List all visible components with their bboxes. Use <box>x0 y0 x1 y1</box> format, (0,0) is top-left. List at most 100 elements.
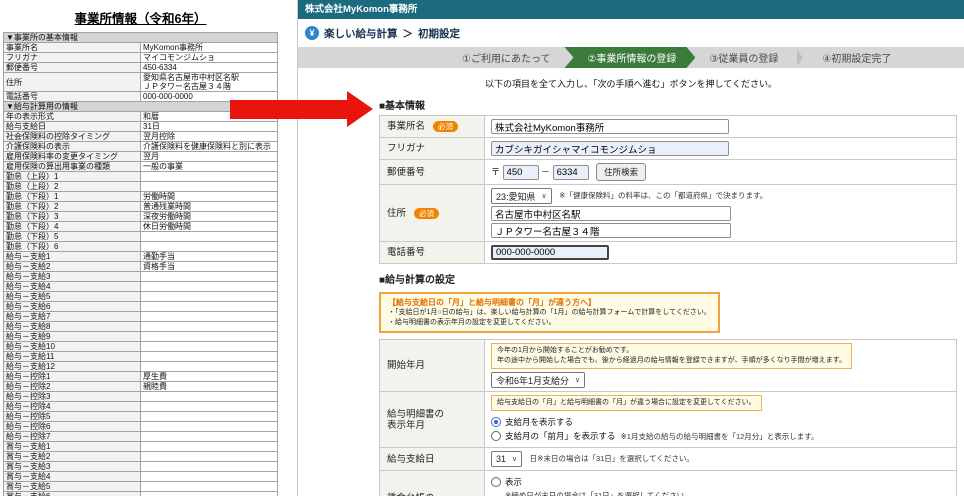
slip-month-label-line2: 表示年月 <box>387 420 481 431</box>
table-row: 住所必須 23:愛知県∨ ※「健康保険料」の料率は、この「都道府県」で決まります… <box>380 185 957 242</box>
office-info-row-label: 勤怠（下段）3 <box>4 212 141 222</box>
prefecture-select[interactable]: 23:愛知県∨ <box>491 188 552 204</box>
office-info-row-value <box>141 412 278 422</box>
table-row: 勤怠（下段）1労働時間 <box>4 192 278 202</box>
office-info-row-label: 給与－支給8 <box>4 322 141 332</box>
instruction-text: 以下の項目を全て入力し、「次の手順へ進む」ボタンを押してください。 <box>298 77 964 90</box>
office-info-row-label: 給与－支給11 <box>4 352 141 362</box>
office-info-row-label: 賞与－支給4 <box>4 472 141 482</box>
breadcrumb: ¥ 楽しい給与計算 ＞ 初期設定 <box>298 19 964 47</box>
office-info-section-header: ▼事業所の基本情報 <box>4 33 278 43</box>
postal-part1-input[interactable] <box>503 165 539 180</box>
show-pay-month-radio[interactable] <box>491 417 501 427</box>
note-line: 給与支給日の「月」と給与明細書の「月」が違う場合に設定を変更してください。 <box>497 398 756 408</box>
office-info-row-value: MyKomon事務所 <box>141 43 278 53</box>
payday-select[interactable]: 31∨ <box>491 451 522 467</box>
office-info-row-value: 深夜労働時間 <box>141 212 278 222</box>
table-row: 賞与－支給5 <box>4 482 278 492</box>
office-info-row-label: 賞与－支給6 <box>4 492 141 496</box>
table-row: 給与－控除6 <box>4 422 278 432</box>
office-info-row-value: 資格手当 <box>141 262 278 272</box>
phone-input[interactable] <box>491 245 609 260</box>
table-row: 給与－支給8 <box>4 322 278 332</box>
show-prev-month-radio[interactable] <box>491 431 501 441</box>
ledger-show-note: ※締め日が末日の場合は「31日」を選択してください。 <box>505 490 950 496</box>
table-row: 事業所名MyKomon事務所 <box>4 43 278 53</box>
breadcrumb-separator: ＞ <box>403 26 414 41</box>
address-line1-input[interactable] <box>491 206 731 221</box>
table-row: フリガナ <box>380 138 957 160</box>
table-row: 給与－支給3 <box>4 272 278 282</box>
postal-part2-input[interactable] <box>553 165 589 180</box>
office-name-input[interactable] <box>491 119 729 134</box>
office-info-row-label: 勤怠（上段）1 <box>4 172 141 182</box>
office-info-row-value <box>141 392 278 402</box>
office-info-row-value <box>141 302 278 312</box>
wage-ledger-label-cell: 賃金台帳の 賃金計算期間? <box>380 471 485 496</box>
address-label: 住所 <box>387 208 406 219</box>
office-info-row-value <box>141 172 278 182</box>
address-label-cell: 住所必須 <box>380 185 485 242</box>
office-info-row-label: 給与－支給5 <box>4 292 141 302</box>
table-row: 給与－支給2資格手当 <box>4 262 278 272</box>
office-info-row-value <box>141 352 278 362</box>
payroll-settings-heading: ■給与計算の設定 <box>379 271 956 286</box>
table-row: 給与－支給9 <box>4 332 278 342</box>
start-month-select[interactable]: 令和6年1月支給分∨ <box>491 372 585 388</box>
office-info-row-label: 勤怠（下段）6 <box>4 242 141 252</box>
office-info-row-label: 給与－控除1 <box>4 372 141 382</box>
office-info-row-value: 休日労働時間 <box>141 222 278 232</box>
table-row: フリガナマイコモンジムショ <box>4 53 278 63</box>
table-row: 勤怠（下段）5 <box>4 232 278 242</box>
office-info-row-label: 雇用保険の算出用事業の種類 <box>4 162 141 172</box>
office-info-row-value: 厚生費 <box>141 372 278 382</box>
note-line: 今年の1月から開始することがお勧めです。 <box>497 346 846 356</box>
office-info-row-value <box>141 322 278 332</box>
start-month-label: 開始年月 <box>380 340 485 392</box>
office-info-row-label: 給与－控除7 <box>4 432 141 442</box>
step-3-employees[interactable]: ③従業員の登録 <box>695 47 792 68</box>
table-row: 郵便番号450-6334 <box>4 63 278 73</box>
slip-month-note-box: 給与支給日の「月」と給与明細書の「月」が違う場合に設定を変更してください。 <box>491 395 762 411</box>
table-row: ▼事業所の基本情報 <box>4 33 278 43</box>
step-2-office-info[interactable]: ②事業所情報の登録 <box>564 47 695 68</box>
postal-label: 郵便番号 <box>380 160 485 185</box>
chevron-down-icon: ∨ <box>542 192 547 200</box>
furigana-label: フリガナ <box>380 138 485 160</box>
step-1-before-use[interactable]: ①ご利用にあたって <box>448 47 564 68</box>
prev-month-note: ※1月支給の給与の給与明細書を「12月分」と表示します。 <box>621 431 819 442</box>
office-info-row-value: 一般の事業 <box>141 162 278 172</box>
address-line2-input[interactable] <box>491 223 731 238</box>
office-info-row-value: 翌月 <box>141 152 278 162</box>
office-info-row-value <box>141 332 278 342</box>
table-row: 給与－支給5 <box>4 292 278 302</box>
postal-hyphen: － <box>541 167 550 177</box>
chevron-right-icon <box>797 50 803 66</box>
table-row: 勤怠（下段）6 <box>4 242 278 252</box>
office-info-row-value <box>141 282 278 292</box>
table-row: 賞与－支給1 <box>4 442 278 452</box>
table-row: 給与－控除4 <box>4 402 278 412</box>
address-search-button[interactable]: 住所検索 <box>596 163 646 181</box>
office-info-row-value <box>141 422 278 432</box>
office-info-row-value <box>141 432 278 442</box>
office-info-row-label: 給与－控除4 <box>4 402 141 412</box>
table-row: 賞与－支給6 <box>4 492 278 496</box>
ledger-show-radio[interactable] <box>491 477 501 487</box>
payday-label: 給与支給日 <box>380 448 485 471</box>
office-info-panel: 事業所情報（令和6年） ▼事業所の基本情報事業所名MyKomon事務所フリガナマ… <box>0 0 297 496</box>
table-row: 給与－控除1厚生費 <box>4 372 278 382</box>
step-4-complete[interactable]: ④初期設定完了 <box>808 47 905 68</box>
office-info-row-value <box>141 442 278 452</box>
office-info-row-label: 住所 <box>4 73 141 92</box>
payroll-app-icon: ¥ <box>305 26 319 40</box>
chevron-down-icon: ∨ <box>512 455 517 463</box>
note-line: 年の途中から開始した場合でも、後から経過月の給与情報を登録できますが、手順が多く… <box>497 356 846 366</box>
table-row: 給与－支給7 <box>4 312 278 322</box>
breadcrumb-app-name[interactable]: 楽しい給与計算 <box>324 26 398 41</box>
furigana-input[interactable] <box>491 141 729 156</box>
ledger-show-label: 表示 <box>505 476 522 488</box>
table-row: 介護保険料の表示介護保険料を健康保険料と別に表示 <box>4 142 278 152</box>
table-row: 給与支給日 31∨ 日※末日の場合は「31日」を選択してください。 <box>380 448 957 471</box>
table-row: 賞与－支給4 <box>4 472 278 482</box>
